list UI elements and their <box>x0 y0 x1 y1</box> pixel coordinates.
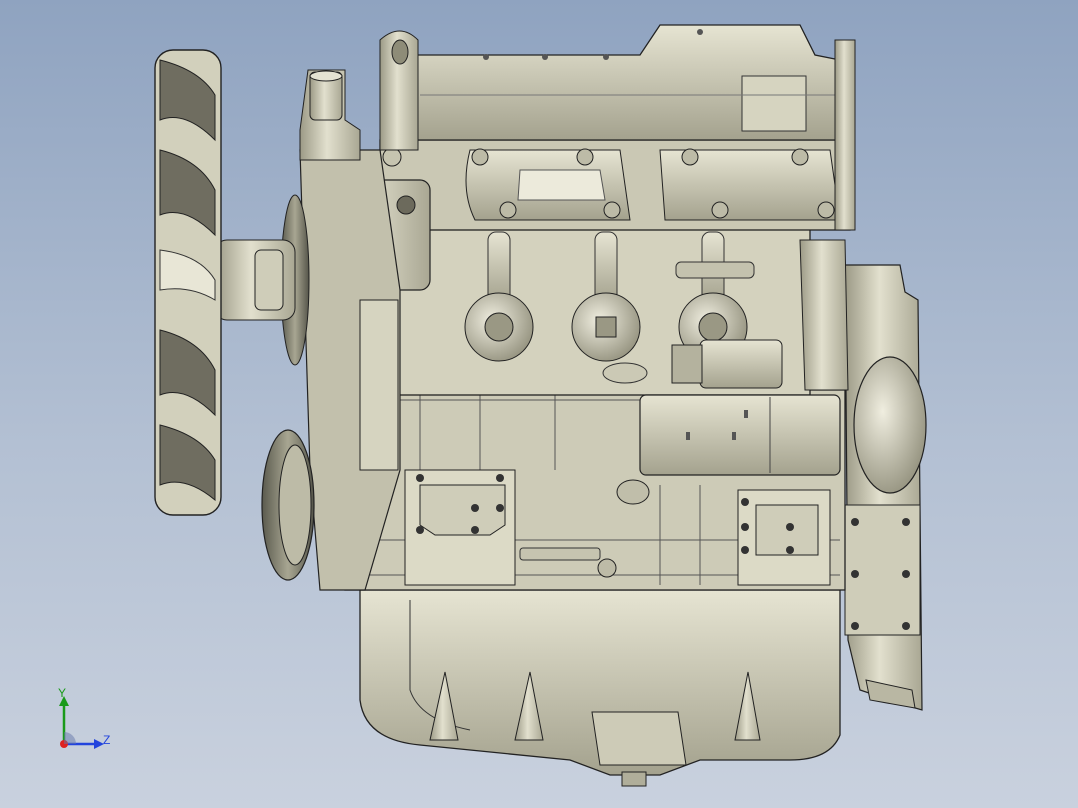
flywheel-housing[interactable] <box>844 264 927 711</box>
thermostat-housing[interactable] <box>309 70 343 121</box>
core-plug-2 <box>571 292 641 362</box>
view-orientation-triad: Y Z <box>44 680 124 760</box>
y-axis-label: Y <box>58 686 67 700</box>
triad-arc <box>64 732 76 744</box>
triad-axes <box>59 696 104 749</box>
cad-graphics-viewport[interactable]: Y Z <box>0 0 1078 808</box>
core-plug-1 <box>464 292 534 362</box>
oil-pan[interactable] <box>359 589 841 787</box>
cylinder-head[interactable] <box>379 139 851 231</box>
cooling-fan[interactable] <box>154 49 222 516</box>
fan-pulley[interactable] <box>214 194 310 366</box>
crankshaft-pulley[interactable] <box>261 429 315 581</box>
engine-model[interactable] <box>0 0 1078 808</box>
z-axis-label: Z <box>103 733 111 747</box>
